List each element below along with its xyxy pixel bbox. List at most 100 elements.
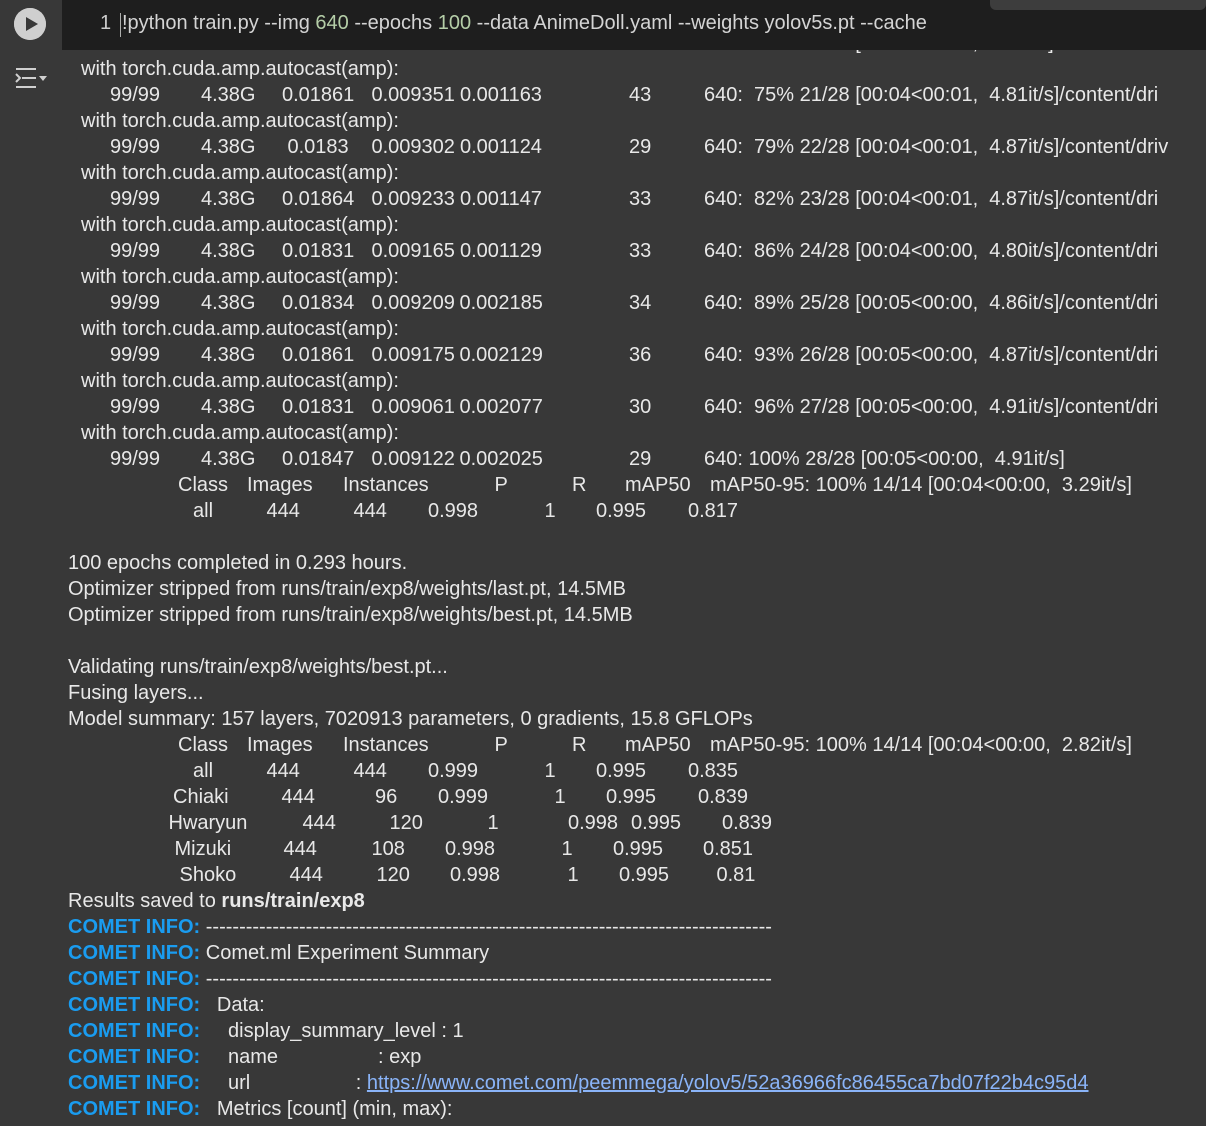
run-cell-button[interactable]	[14, 8, 46, 40]
class-metrics-col-3: 1	[487, 812, 499, 834]
train-row: 99/99 4.38G 0.01861 0.009351 0.001163 43 640: …	[68, 82, 1206, 108]
val-header-col-4: R	[572, 474, 587, 496]
class-metrics-col-6: 0.835	[688, 760, 739, 782]
comet-name-text: name : exp	[200, 1046, 422, 1068]
train-row-col-2: 0.01847	[282, 448, 355, 470]
epochs-completed: 100 epochs completed in 0.293 hours.	[68, 550, 1206, 576]
class-metrics-col-5: 0.995	[613, 838, 664, 860]
comet-info-label: COMET INFO:	[68, 1020, 201, 1042]
train-row-col-3: 0.009061	[371, 396, 455, 418]
line-number: 1	[100, 12, 112, 34]
output-actions-icon	[15, 68, 47, 88]
train-row-col-1: 4.38G	[201, 240, 256, 262]
comet-info-label: COMET INFO:	[68, 994, 201, 1016]
class-metrics-col-1: 444	[283, 838, 317, 860]
final-header-col-4: R	[572, 734, 587, 756]
train-row-col-3: 0.009165	[371, 240, 455, 262]
train-row-col-3: 0.009175	[371, 344, 455, 366]
val-all-row-col-6: 0.817	[688, 500, 739, 522]
autocast-warning: with torch.cuda.amp.autocast(amp):	[68, 368, 1206, 394]
class-metrics-col-6: 0.839	[722, 812, 773, 834]
final-header-progress: mAP50-95: 100% 14/14 [00:04<00:00, 2.82i…	[710, 734, 1132, 756]
output-actions-button[interactable]	[14, 66, 48, 92]
class-metrics-col-3: 0.999	[428, 760, 479, 782]
train-row-col-2: 0.01864	[282, 188, 355, 210]
train-row: 99/99 4.38G 0.01864 0.009233 0.001147 33 640: …	[68, 186, 1206, 212]
command-mid: --epochs	[348, 12, 438, 34]
class-metrics-col-1: 444	[289, 864, 323, 886]
comet-divider: COMET INFO: ----------------------------…	[68, 966, 1206, 992]
comet-summary-title-text: Comet.ml Experiment Summary	[200, 942, 490, 964]
play-icon	[14, 8, 46, 40]
autocast-warning: with torch.cuda.amp.autocast(amp):	[68, 160, 1206, 186]
class-metrics-col-5: 0.995	[631, 812, 682, 834]
train-row-col-1: 4.38G	[201, 84, 256, 106]
train-row: 99/99 4.38G 0.01847 0.009122 0.002025 29 640: …	[68, 446, 1206, 472]
train-row-col-5: 36	[629, 344, 652, 366]
train-row-col-1: 4.38G	[201, 344, 256, 366]
comet-metrics-heading: COMET INFO: Metrics [count] (min, max):	[68, 1096, 1206, 1122]
train-row-col-1: 4.38G	[201, 396, 256, 418]
train-row: 99/99 4.38G 0.01861 0.009175 0.002129 36 640: …	[68, 342, 1206, 368]
comet-metrics-heading-text: Metrics [count] (min, max):	[200, 1098, 453, 1120]
epochs-completed-text: 100 epochs completed in 0.293 hours.	[68, 552, 408, 574]
validating: Validating runs/train/exp8/weights/best.…	[68, 654, 1206, 680]
optimizer-stripped-best-text: Optimizer stripped from runs/train/exp8/…	[68, 604, 633, 626]
warning-text: with torch.cuda.amp.autocast(amp):	[81, 58, 399, 80]
val-all-row-col-5: 0.995	[596, 500, 647, 522]
class-metrics-row: Shoko 444 120 0.998 1 0.995 0.81	[68, 862, 1206, 888]
warning-text: with torch.cuda.amp.autocast(amp):	[81, 370, 399, 392]
train-row-progress: 640: 75% 21/28 [00:04<00:01, 4.81it/s]/c…	[704, 84, 1159, 106]
class-metrics-col-2: 108	[371, 838, 405, 860]
comet-divider-text: ----------------------------------------…	[200, 968, 772, 990]
autocast-warning: with torch.cuda.amp.autocast(amp):	[68, 316, 1206, 342]
warning-text: with torch.cuda.amp.autocast(amp):	[81, 266, 399, 288]
img-size-literal: 640	[315, 12, 349, 34]
text-cursor	[120, 13, 121, 37]
train-row: 99/99 4.38G 0.01831 0.009165 0.001129 33 640: …	[68, 238, 1206, 264]
train-row-col-4: 0.002077	[459, 396, 543, 418]
final-header-col-5: mAP50	[625, 734, 691, 756]
train-row-col-3: 0.009351	[371, 84, 455, 106]
comet-info-label: COMET INFO:	[68, 916, 201, 938]
train-row-col-0: 99/99	[110, 136, 161, 158]
train-row-col-0: 99/99	[110, 292, 161, 314]
model-summary: Model summary: 157 layers, 7020913 param…	[68, 706, 1206, 732]
train-row-col-5: 34	[629, 292, 652, 314]
train-row-progress: 640: 93% 26/28 [00:05<00:00, 4.87it/s]/c…	[704, 344, 1159, 366]
train-row-col-5: 29	[629, 448, 652, 470]
val-all-row: all 444 444 0.998 1 0.995 0.817	[68, 498, 1206, 524]
epochs-literal: 100	[437, 12, 472, 34]
comet-info-label: COMET INFO:	[68, 968, 201, 990]
comet-experiment-link[interactable]: https://www.comet.com/peemmega/yolov5/52…	[367, 1072, 1089, 1094]
train-row: 99/99 4.38G 0.0183 0.009302 0.001124 29 640: 7…	[68, 134, 1206, 160]
train-row-col-5: 29	[629, 136, 652, 158]
train-row-col-4: 0.002129	[459, 344, 543, 366]
train-row: 99/99 4.38G 0.01831 0.009061 0.002077 30 640: …	[68, 394, 1206, 420]
comet-data-heading-text: Data:	[200, 994, 265, 1016]
val-all-row-col-0: all	[193, 500, 214, 522]
autocast-warning: with torch.cuda.amp.autocast(amp):	[68, 420, 1206, 446]
command-suffix: --data AnimeDoll.yaml --weights yolov5s.…	[471, 12, 927, 34]
class-metrics-col-0: Hwaryun	[168, 812, 248, 834]
class-metrics-col-6: 0.81	[716, 864, 756, 886]
class-metrics-col-1: 444	[266, 760, 300, 782]
class-metrics-col-4: 1	[561, 838, 573, 860]
autocast-warning: with torch.cuda.amp.autocast(amp):	[68, 108, 1206, 134]
optimizer-stripped-last-text: Optimizer stripped from runs/train/exp8/…	[68, 578, 627, 600]
train-row-col-4: 0.001147	[460, 188, 542, 210]
comet-data-heading: COMET INFO: Data:	[68, 992, 1206, 1018]
train-row-col-3: 0.009209	[371, 292, 455, 314]
results-saved: Results saved to runs/train/exp8	[68, 888, 1206, 914]
train-row-col-3: 0.009233	[371, 188, 455, 210]
fusing-layers: Fusing layers...	[68, 680, 1206, 706]
val-header-col-0: Class	[178, 474, 229, 496]
code-line[interactable]: !python train.py --img 640 --epochs 100 …	[122, 12, 927, 35]
train-row-progress: 640: 100% 28/28 [00:05<00:00, 4.91it/s]	[704, 448, 1065, 470]
comet-name: COMET INFO: name : exp	[68, 1044, 1206, 1070]
results-saved-label: Results saved to	[68, 890, 222, 912]
train-row-col-2: 0.0183	[287, 136, 349, 158]
fusing-layers-text: Fusing layers...	[68, 682, 204, 704]
train-row-col-0: 99/99	[110, 396, 161, 418]
val-header: Class Images Instances P RmAP50 mAP50-95: 100…	[68, 472, 1206, 498]
